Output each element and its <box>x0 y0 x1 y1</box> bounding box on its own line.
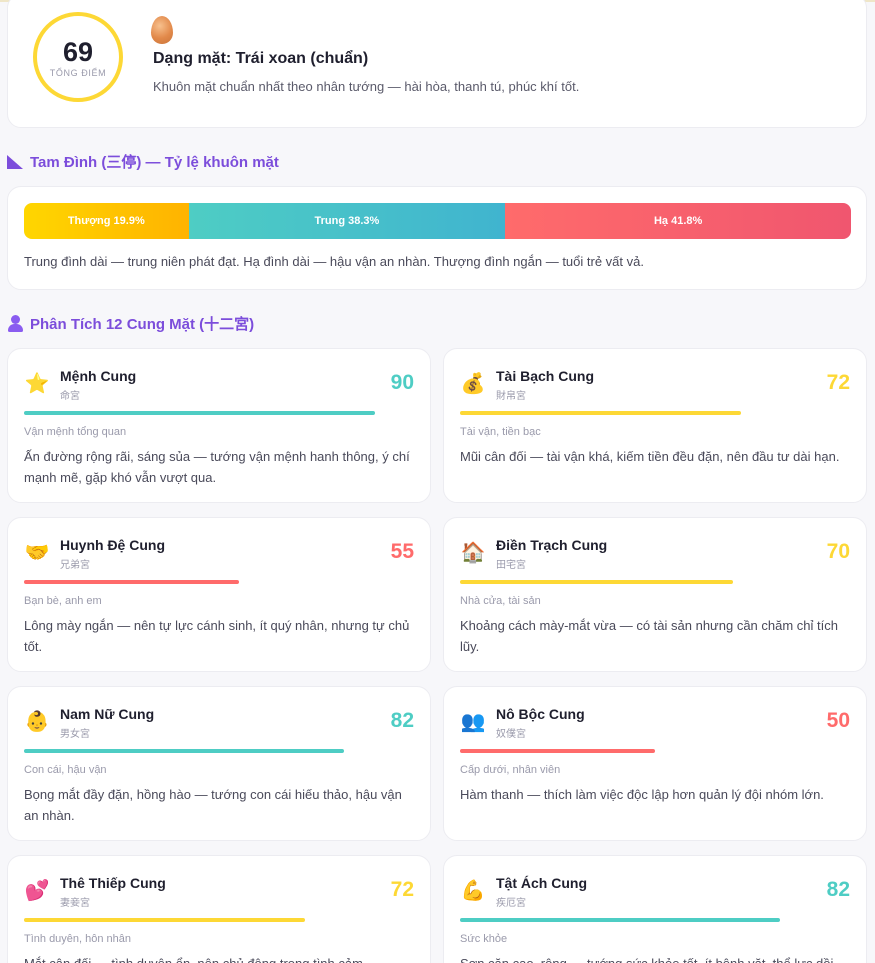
palace-card: 💕 Thê Thiếp Cung 妻妾宮 72 Tình duyên, hôn nhân… <box>7 855 431 963</box>
palace-name: Tài Bạch Cung <box>496 368 595 384</box>
palace-category: Con cái, hậu vận <box>24 764 107 776</box>
palace-name: Nam Nữ Cung <box>60 706 155 722</box>
palace-category: Tài vận, tiền bạc <box>460 426 541 438</box>
palaces-title: Phân Tích 12 Cung Mặt (十二宮) <box>30 316 255 333</box>
palace-description: Sơn căn cao, rộng — tướng sức khỏe tốt, … <box>460 953 850 963</box>
palace-score: 90 <box>390 371 414 394</box>
palace-score-bar <box>24 749 344 753</box>
palace-icon: 👥 <box>460 711 486 733</box>
ratio-segment-upper: Thượng 19.9% <box>24 203 189 239</box>
palace-name: Điền Trạch Cung <box>496 537 608 553</box>
palace-score-bar <box>460 918 780 922</box>
palace-han-name: 財帛宮 <box>496 391 526 402</box>
palace-score: 50 <box>826 709 850 732</box>
palace-card: 🏠 Điền Trạch Cung 田宅宮 70 Nhà cửa, tài sản Kho… <box>443 517 867 672</box>
palace-description: Bọng mắt đầy đặn, hồng hào — tướng con c… <box>24 787 402 823</box>
summary-card: 69 TỔNG ĐIỂM Dạng mặt: Trái xoan (chuẩn)… <box>7 0 867 128</box>
palace-score: 72 <box>390 878 414 901</box>
palace-han-name: 田宅宮 <box>496 560 526 571</box>
ratio-segment-middle: Trung 38.3% <box>188 203 506 239</box>
palace-description: Mũi cân đối — tài vận khá, kiếm tiền đều… <box>460 449 840 464</box>
palace-card: 👶 Nam Nữ Cung 男女宮 82 Con cái, hậu vận Bọng mắ… <box>7 686 431 841</box>
palace-description: Hàm thanh — thích làm việc độc lập hơn q… <box>460 787 824 802</box>
palace-score-bar <box>24 580 239 584</box>
palace-score-bar <box>460 411 741 415</box>
palace-icon: ⭐ <box>24 373 50 395</box>
palace-description: Khoảng cách mày-mắt vừa — có tài sản như… <box>460 618 838 654</box>
palace-category: Cấp dưới, nhân viên <box>460 764 561 776</box>
palace-score: 72 <box>826 371 850 394</box>
palace-score-bar <box>460 749 655 753</box>
palace-icon: 🤝 <box>24 542 50 564</box>
total-score-label: TỔNG ĐIỂM <box>49 68 107 78</box>
tam-dinh-note: Trung đình dài — trung niên phát đạt. Hạ… <box>24 254 644 269</box>
palace-card: 🤝 Huynh Đệ Cung 兄弟宮 55 Bạn bè, anh em Lông mà… <box>7 517 431 672</box>
tam-dinh-card: Thượng 19.9% Trung 38.3% Hạ 41.8% Trung … <box>7 186 867 290</box>
palace-description: Lông mày ngắn — nên tự lực cánh sinh, ít… <box>24 618 410 654</box>
palace-han-name: 奴僕宮 <box>496 729 526 740</box>
palace-name: Huynh Đệ Cung <box>60 537 165 553</box>
face-shape-description: Khuôn mặt chuẩn nhất theo nhân tướng — h… <box>153 79 580 94</box>
palace-score-bar <box>24 411 375 415</box>
palace-name: Mệnh Cung <box>60 368 137 384</box>
palace-category: Nhà cửa, tài sản <box>460 595 541 607</box>
palace-category: Bạn bè, anh em <box>24 595 102 607</box>
palace-score: 70 <box>826 540 850 563</box>
palace-description: Ấn đường rộng rãi, sáng sủa — tướng vận … <box>24 449 410 485</box>
palace-category: Vận mệnh tổng quan <box>24 426 127 438</box>
palace-score-bar <box>24 918 305 922</box>
tam-dinh-title: Tam Đình (三停) — Tỷ lệ khuôn mặt <box>30 154 279 171</box>
palace-card: 💪 Tật Ách Cung 疾厄宮 82 Sức khỏe Sơn căn cao, r… <box>443 855 867 963</box>
palace-icon: 💰 <box>460 373 486 395</box>
palace-card: ⭐ Mệnh Cung 命宮 90 Vận mệnh tổng quan Ấn đường… <box>7 348 431 503</box>
palace-category: Sức khỏe <box>460 933 508 945</box>
palace-icon: 🏠 <box>460 542 486 564</box>
palace-icon: 💕 <box>24 880 50 902</box>
palace-score: 82 <box>390 709 414 732</box>
ratio-bar: Thượng 19.9% Trung 38.3% Hạ 41.8% <box>24 203 851 239</box>
person-icon <box>7 315 24 332</box>
palace-han-name: 男女宮 <box>60 729 90 740</box>
palace-score: 55 <box>390 540 414 563</box>
total-score: 69 <box>62 37 94 67</box>
palace-card: 👥 Nô Bộc Cung 奴僕宮 50 Cấp dưới, nhân viên Hàm … <box>443 686 867 841</box>
palace-description: Mắt cân đối — tình duyên ổn, nên chủ độn… <box>24 953 414 963</box>
palace-han-name: 兄弟宮 <box>60 560 90 571</box>
tam-dinh-heading: Tam Đình (三停) — Tỷ lệ khuôn mặt <box>7 151 279 172</box>
triangle-ruler-icon <box>7 154 24 169</box>
palace-score: 82 <box>826 878 850 901</box>
palace-card: 💰 Tài Bạch Cung 財帛宮 72 Tài vận, tiền bạc Mũi … <box>443 348 867 503</box>
face-shape-title: Dạng mặt: Trái xoan (chuẩn) <box>153 50 369 67</box>
palace-name: Nô Bộc Cung <box>496 706 585 722</box>
palace-icon: 💪 <box>460 880 486 902</box>
palace-name: Thê Thiếp Cung <box>60 875 166 891</box>
palace-icon: 👶 <box>24 711 50 733</box>
egg-icon <box>151 16 173 44</box>
score-ring: 69 TỔNG ĐIỂM <box>33 12 123 102</box>
palace-han-name: 命宮 <box>60 391 80 402</box>
palaces-heading: Phân Tích 12 Cung Mặt (十二宮) <box>7 313 254 334</box>
palace-name: Tật Ách Cung <box>496 875 587 891</box>
palace-score-bar <box>460 580 733 584</box>
palace-han-name: 疾厄宮 <box>496 898 526 909</box>
palace-han-name: 妻妾宮 <box>60 898 90 909</box>
ratio-segment-lower: Hạ 41.8% <box>505 203 851 239</box>
palace-category: Tình duyên, hôn nhân <box>24 933 132 945</box>
